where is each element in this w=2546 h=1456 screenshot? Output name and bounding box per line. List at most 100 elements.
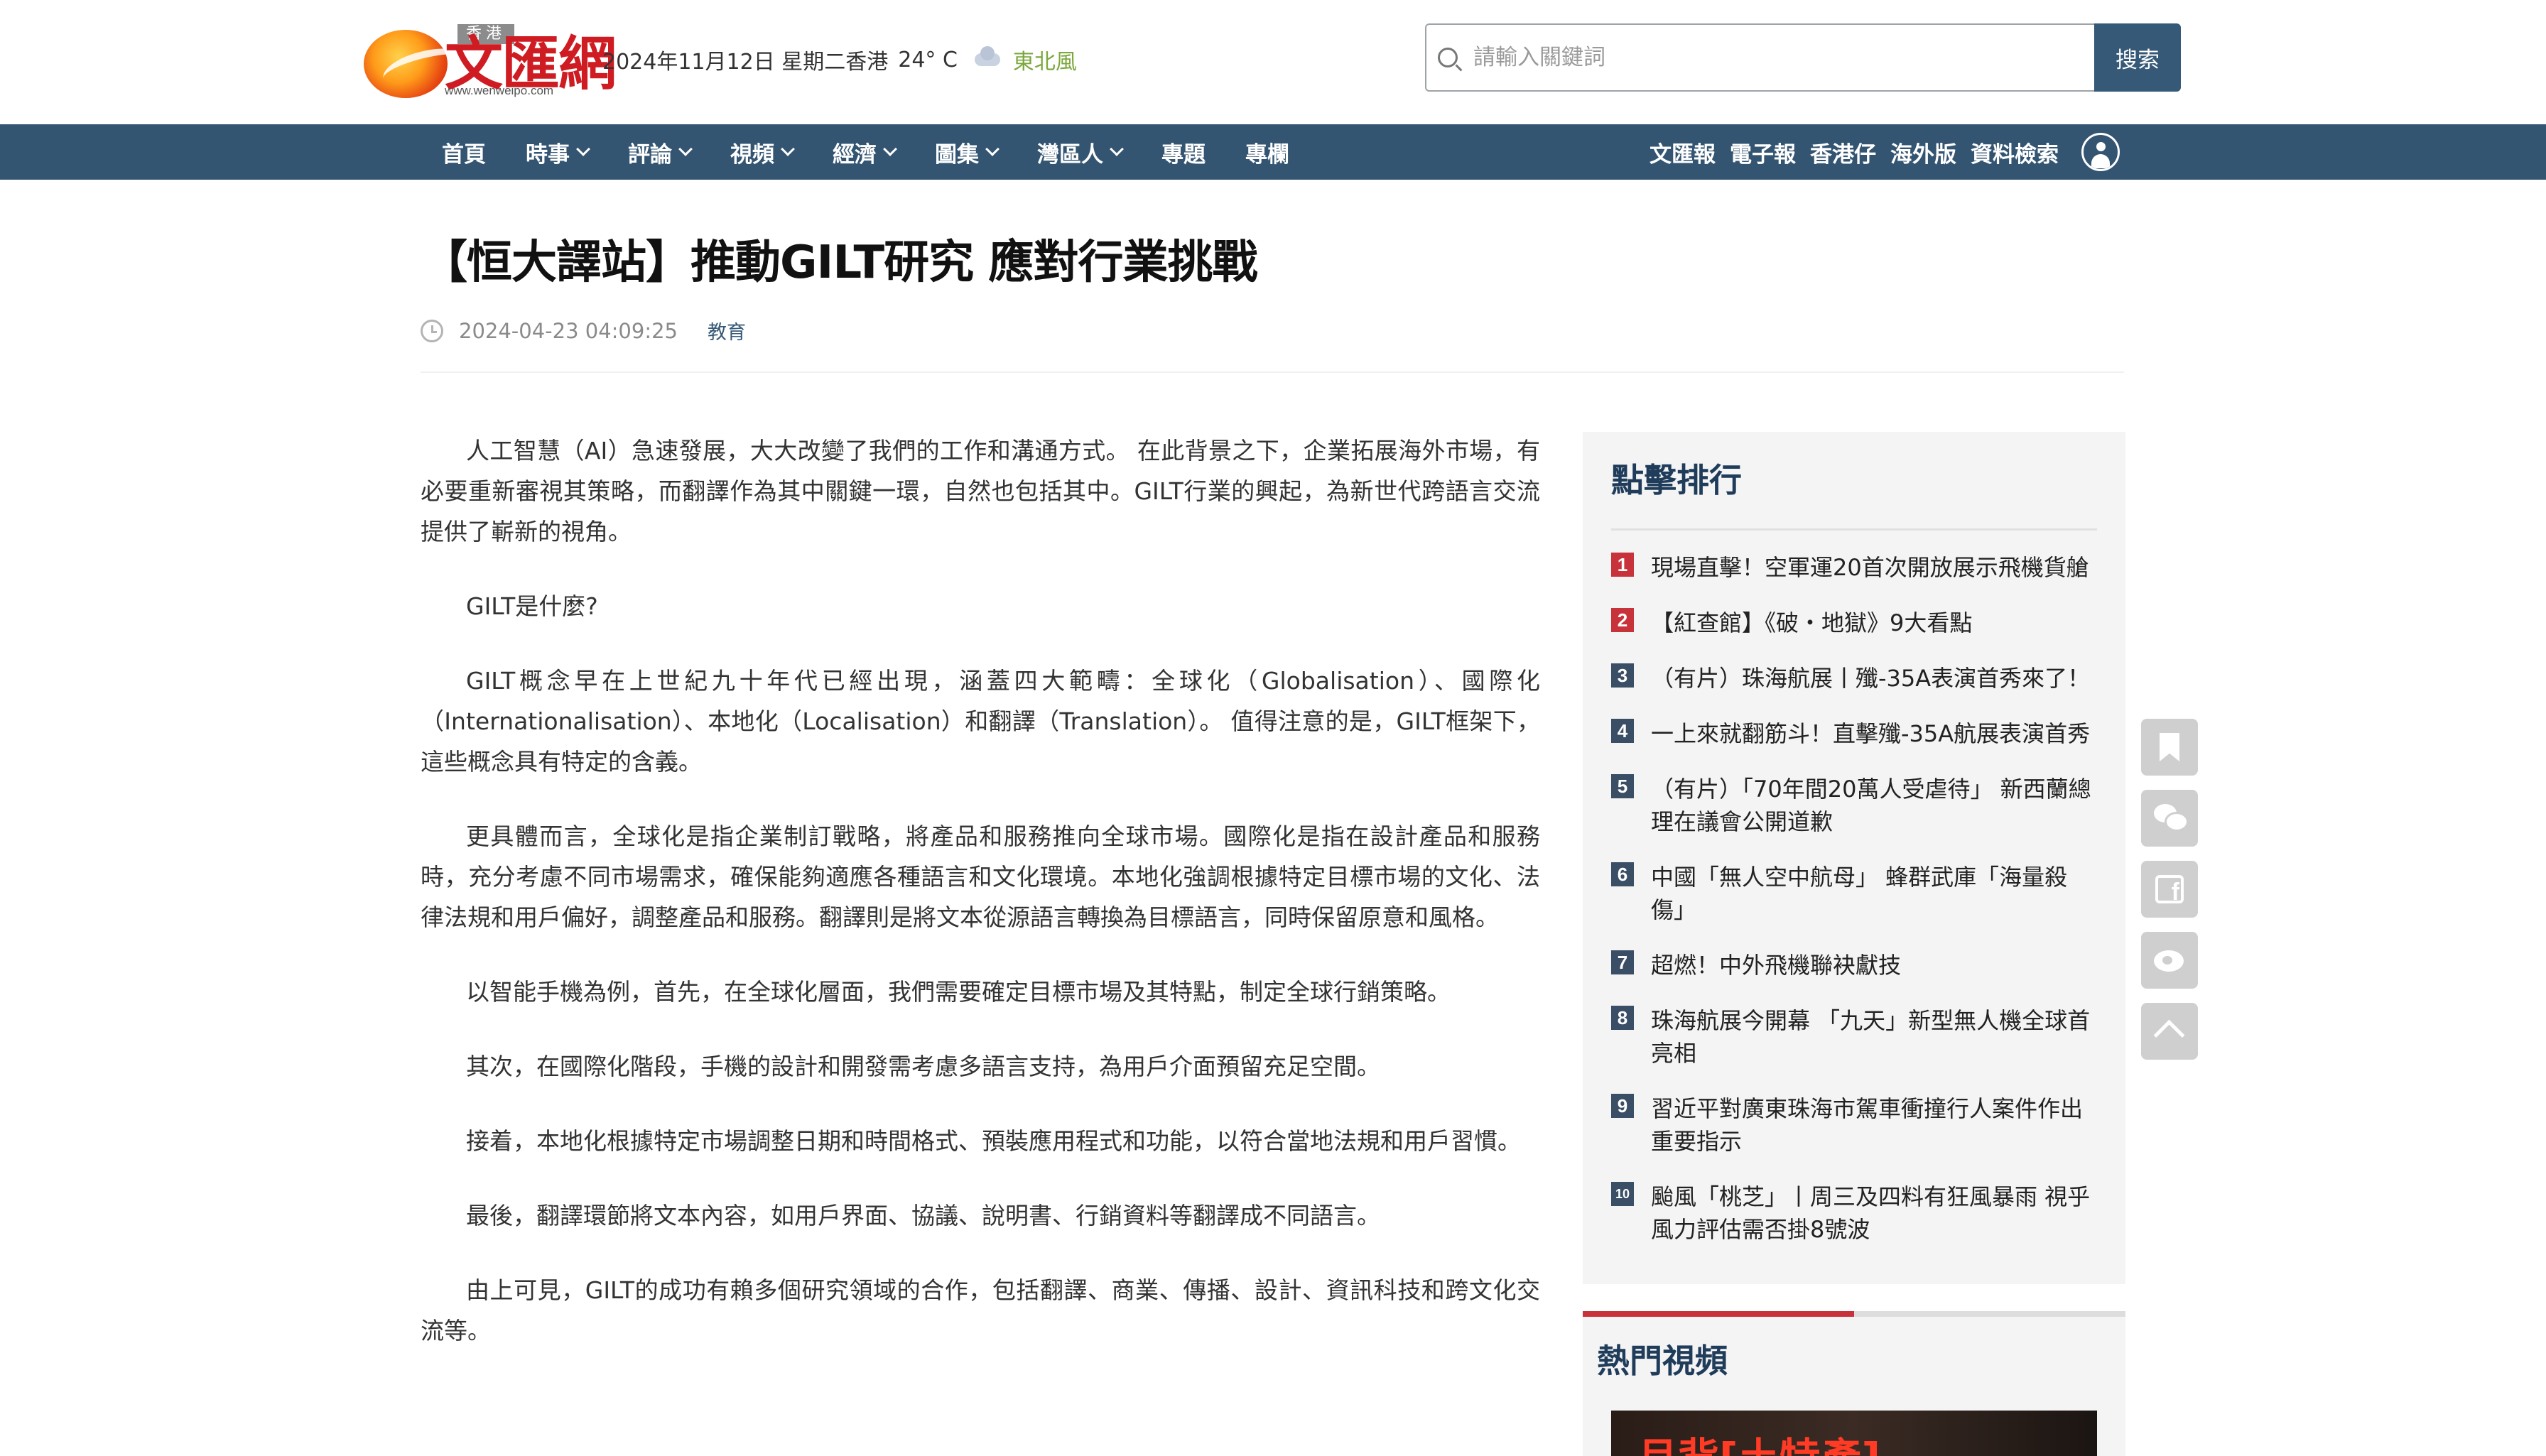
ranking-item[interactable]: 2 【紅查館】《破・地獄》9大看點 [1611, 607, 2101, 639]
nav-label: 專欄 [1245, 141, 1289, 168]
back-to-top-button[interactable] [2141, 1003, 2198, 1060]
nav-item-home[interactable]: 首頁 [442, 136, 486, 168]
nav-label: 專題 [1161, 141, 1206, 168]
ranking-divider [1611, 528, 2097, 531]
chevron-down-icon [781, 142, 795, 156]
ranking-item[interactable]: 4 一上來就翻筋斗！直擊殲-35A航展表演首秀 [1611, 717, 2101, 750]
search-icon [1438, 48, 1458, 67]
wechat-icon-bubble [2167, 814, 2187, 830]
user-head [2096, 142, 2106, 151]
share-weibo-button[interactable] [2141, 932, 2198, 989]
ranking-item[interactable]: 1 現場直擊！空軍運20首次開放展示飛機貨艙 [1611, 551, 2101, 584]
user-icon[interactable] [2081, 133, 2120, 171]
article-paragraph: GILT是什麼? [466, 592, 598, 620]
chevron-down-icon [1110, 142, 1124, 156]
ranking-list: 1 現場直擊！空軍運20首次開放展示飛機貨艙 2 【紅查館】《破・地獄》9大看點 3… [1611, 551, 2101, 1268]
nav-link-epaper[interactable]: 電子報 [1730, 136, 1796, 168]
rank-number: 5 [1611, 774, 1634, 798]
ranking-link[interactable]: 超燃！中外飛機聯袂獻技 [1651, 949, 2101, 982]
nav-item-opinion[interactable]: 評論 [628, 136, 693, 168]
rank-number: 2 [1611, 608, 1634, 632]
category-link[interactable]: 教育 [708, 317, 746, 344]
ranking-item[interactable]: 5 （有片）「70年間20萬人受虐待」 新西蘭總理在議會公開道歉 [1611, 773, 2101, 838]
chevron-down-icon [576, 142, 590, 156]
chevron-down-icon [883, 142, 897, 156]
ranking-link[interactable]: 現場直擊！空軍運20首次開放展示飛機貨艙 [1651, 551, 2101, 584]
search-input[interactable] [1472, 44, 2086, 71]
publish-time: 2024-04-23 04:09:25 [459, 318, 678, 343]
nav-item-columns[interactable]: 專欄 [1245, 136, 1289, 168]
nav-links-right: 文匯報 電子報 香港仔 海外版 資料檢索 [1650, 124, 2120, 180]
ranking-link[interactable]: 珠海航展今開幕 「九天」新型無人機全球首亮相 [1651, 1004, 2101, 1070]
nav-label: 視頻 [730, 141, 774, 168]
article-title: 【恒大譯站】推動GILT研究 應對行業挑戰 [422, 237, 1257, 289]
nav-item-topics[interactable]: 專題 [1161, 136, 1206, 168]
bookmark-button[interactable] [2141, 719, 2198, 776]
article-paragraph: 由上可見，GILT的成功有賴多個研究領域的合作，包括翻譯、商業、傳播、設計、資訊… [421, 1276, 1540, 1344]
nav-link-hongkongers[interactable]: 香港仔 [1810, 136, 1876, 168]
divider [421, 371, 2124, 373]
logo-url: www.wenweipo.com [445, 84, 554, 97]
nav-item-bay-area[interactable]: 灣區人 [1037, 136, 1124, 168]
nav-label: 時事 [526, 141, 570, 168]
share-facebook-button[interactable] [2141, 861, 2198, 918]
article-paragraph: 最後，翻譯環節將文本內容，如用戶界面、協議、說明書、行銷資料等翻譯成不同語言。 [466, 1202, 1380, 1229]
rank-number: 7 [1611, 950, 1634, 974]
nav-item-video[interactable]: 視頻 [730, 136, 795, 168]
ranking-link[interactable]: 颱風「桃芝」丨周三及四料有狂風暴雨 視乎風力評估需否掛8號波 [1651, 1180, 2101, 1246]
weibo-icon [2154, 950, 2184, 972]
ranking-link[interactable]: 中國「無人空中航母」 蜂群武庫「海量殺傷」 [1651, 861, 2101, 926]
nav-label: 首頁 [442, 141, 486, 168]
chevron-down-icon [678, 142, 693, 156]
article-paragraph: GILT概念早在上世紀九十年代已經出現，涵蓋四大範疇：全球化（Globalisa… [421, 667, 1540, 776]
nav-item-economy[interactable]: 經濟 [833, 136, 897, 168]
nav-link-wenweipo[interactable]: 文匯報 [1650, 136, 1716, 168]
share-wechat-button[interactable] [2141, 790, 2198, 847]
cloud-icon [974, 46, 1000, 66]
nav-label: 經濟 [833, 141, 877, 168]
rank-number: 10 [1611, 1182, 1634, 1206]
ranking-link[interactable]: （有片）珠海航展丨殲-35A表演首秀來了！ [1651, 662, 2101, 695]
article-paragraph: 以智能手機為例，首先，在全球化層面，我們需要確定目標市場及其特點，制定全球行銷策… [466, 978, 1451, 1006]
rank-number: 3 [1611, 663, 1634, 688]
rank-number: 6 [1611, 862, 1634, 886]
nav-link-overseas[interactable]: 海外版 [1890, 136, 1956, 168]
article-paragraph: 人工智慧（AI）急速發展，大大改變了我們的工作和溝通方式。 在此背景之下，企業拓… [421, 437, 1540, 545]
rank-number: 9 [1611, 1094, 1634, 1118]
site-logo[interactable]: 香港 文匯網 www.wenweipo.com [361, 21, 617, 98]
ranking-link[interactable]: （有片）「70年間20萬人受虐待」 新西蘭總理在議會公開道歉 [1651, 773, 2101, 838]
video-tab-active-indicator [1583, 1311, 1854, 1317]
nav-menu: 首頁 時事 評論 視頻 經濟 圖集 灣區人 專題 專欄 [442, 124, 1329, 180]
nav-link-archive-search[interactable]: 資料檢索 [1971, 136, 2059, 168]
nav-label: 評論 [628, 141, 672, 168]
article-paragraph: 接着，本地化根據特定市場調整日期和時間格式、預裝應用程式和功能，以符合當地法規和… [466, 1127, 1521, 1155]
ranking-item[interactable]: 10 颱風「桃芝」丨周三及四料有狂風暴雨 視乎風力評估需否掛8號波 [1611, 1180, 2101, 1246]
main-nav: 首頁 時事 評論 視頻 經濟 圖集 灣區人 專題 專欄 文匯報 電子報 香港仔 … [0, 124, 2546, 180]
article-body: 人工智慧（AI）急速發展，大大改變了我們的工作和溝通方式。 在此背景之下，企業拓… [421, 430, 1540, 1385]
ranking-title: 點擊排行 [1611, 461, 1742, 499]
ranking-link[interactable]: 【紅查館】《破・地獄》9大看點 [1651, 607, 2101, 639]
ranking-item[interactable]: 3 （有片）珠海航展丨殲-35A表演首秀來了！ [1611, 662, 2101, 695]
nav-item-gallery[interactable]: 圖集 [935, 136, 1000, 168]
user-body [2091, 154, 2110, 168]
rank-number: 1 [1611, 553, 1634, 577]
temperature: 24° C [898, 47, 958, 72]
ranking-link[interactable]: 習近平對廣東珠海市駕車衝撞行人案件作出重要指示 [1651, 1092, 2101, 1158]
ranking-item[interactable]: 6 中國「無人空中航母」 蜂群武庫「海量殺傷」 [1611, 861, 2101, 926]
ranking-item[interactable]: 9 習近平對廣東珠海市駕車衝撞行人案件作出重要指示 [1611, 1092, 2101, 1158]
date-weather-bar: 2024年11月12日 星期二 香港 24° C 東北風 [602, 44, 1077, 75]
video-thumbnail[interactable]: 月背[土特產] [1611, 1411, 2097, 1456]
bookmark-icon [2160, 733, 2179, 761]
search-button[interactable]: 搜索 [2094, 23, 2181, 92]
clock-icon [421, 319, 443, 342]
article-paragraph: 更具體而言，全球化是指企業制訂戰略，將產品和服務推向全球市場。國際化是指在設計產… [421, 822, 1540, 931]
ranking-item[interactable]: 8 珠海航展今開幕 「九天」新型無人機全球首亮相 [1611, 1004, 2101, 1070]
nav-label: 圖集 [935, 141, 979, 168]
ranking-item[interactable]: 7 超燃！中外飛機聯袂獻技 [1611, 949, 2101, 982]
nav-item-news[interactable]: 時事 [526, 136, 590, 168]
rank-number: 4 [1611, 719, 1634, 743]
article-paragraph: 其次，在國際化階段，手機的設計和開發需考慮多語言支持，為用戶介面預留充足空間。 [466, 1053, 1380, 1080]
current-date: 2024年11月12日 星期二 [602, 50, 846, 75]
ranking-link[interactable]: 一上來就翻筋斗！直擊殲-35A航展表演首秀 [1651, 717, 2101, 750]
wind-direction: 東北風 [1012, 50, 1077, 75]
